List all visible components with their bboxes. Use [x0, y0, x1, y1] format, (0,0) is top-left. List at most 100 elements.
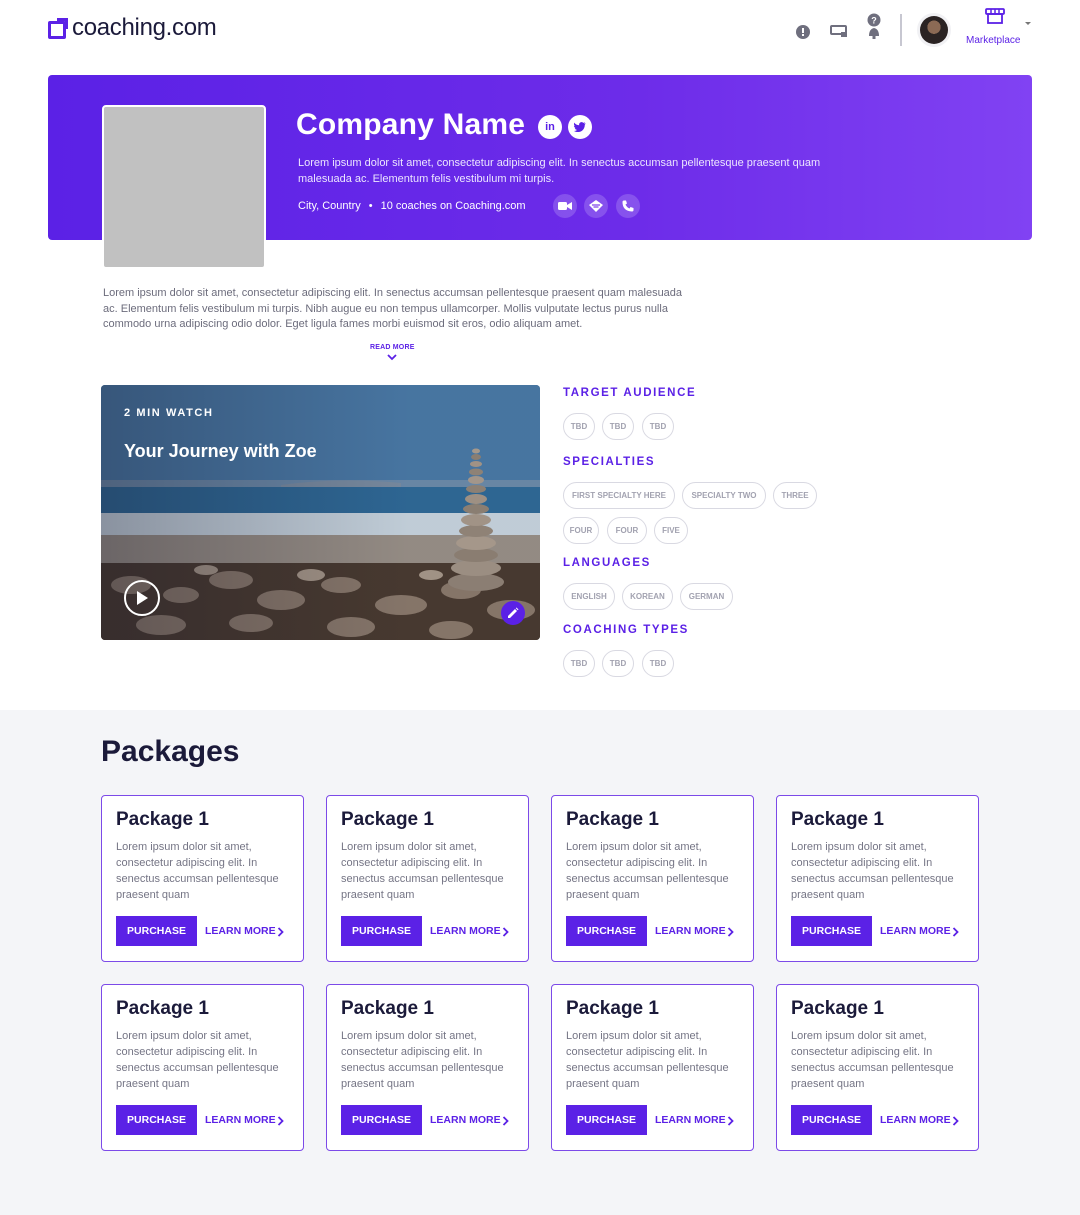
learn-more-link[interactable]: LEARN MORE: [205, 1114, 276, 1126]
company-about-text: Lorem ipsum dolor sit amet, consectetur …: [103, 287, 683, 330]
language-tag: GERMAN: [680, 583, 733, 610]
specialty-tag: SPECIALTY TWO: [682, 482, 766, 509]
logo-icon: [48, 18, 68, 39]
company-name: Company Name: [296, 108, 526, 141]
learn-more-link[interactable]: LEARN MORE: [430, 1114, 501, 1126]
coaching-logo[interactable]: coaching.com: [48, 14, 217, 42]
package-card: Package 1 Lorem ipsum dolor sit amet, co…: [101, 795, 304, 962]
pencil-icon: [508, 607, 519, 618]
languages-heading: LANGUAGES: [563, 557, 651, 569]
chevron-right-icon[interactable]: [502, 1116, 509, 1126]
coaching-type-tag: TBD: [602, 650, 634, 677]
video-call-icon[interactable]: [553, 194, 577, 218]
svg-text:?: ?: [871, 16, 877, 26]
purchase-button[interactable]: PURCHASE: [791, 916, 872, 946]
package-card: Package 1 Lorem ipsum dolor sit amet, co…: [551, 984, 754, 1151]
package-description: Lorem ipsum dolor sit amet, consectetur …: [791, 1030, 954, 1090]
coaching-type-tag: TBD: [642, 650, 674, 677]
specialty-tag: FOUR: [563, 517, 599, 544]
purchase-button[interactable]: PURCHASE: [116, 916, 197, 946]
package-title: Package 1: [341, 998, 434, 1019]
chat-icon[interactable]: [584, 194, 608, 218]
specialty-tag: FIVE: [654, 517, 688, 544]
chevron-right-icon[interactable]: [727, 1116, 734, 1126]
purchase-button[interactable]: PURCHASE: [566, 1105, 647, 1135]
play-button[interactable]: [124, 580, 160, 616]
package-description: Lorem ipsum dolor sit amet, consectetur …: [116, 841, 279, 901]
stacked-stones-image: [448, 448, 504, 591]
coaching-types-heading: COACHING TYPES: [563, 624, 689, 636]
learn-more-link[interactable]: LEARN MORE: [880, 1114, 951, 1126]
package-description: Lorem ipsum dolor sit amet, consectetur …: [341, 1030, 504, 1090]
chevron-right-icon[interactable]: [277, 1116, 284, 1126]
purchase-button[interactable]: PURCHASE: [341, 916, 422, 946]
package-description: Lorem ipsum dolor sit amet, consectetur …: [341, 841, 504, 901]
marketplace-link[interactable]: Marketplace: [966, 35, 1020, 46]
learn-more-link[interactable]: LEARN MORE: [655, 1114, 726, 1126]
packages-heading: Packages: [101, 735, 240, 768]
package-title: Package 1: [116, 809, 209, 830]
help-notifications-icon[interactable]: ?: [864, 12, 884, 40]
learn-more-link[interactable]: LEARN MORE: [880, 925, 951, 937]
video-duration-label: 2 MIN WATCH: [124, 407, 214, 419]
company-location: City, Country: [298, 200, 361, 212]
twitter-icon[interactable]: [568, 115, 592, 139]
package-title: Package 1: [791, 998, 884, 1019]
company-tagline: Lorem ipsum dolor sit amet, consectetur …: [298, 157, 821, 185]
meta-separator: •: [368, 200, 373, 212]
package-description: Lorem ipsum dolor sit amet, consectetur …: [116, 1030, 279, 1090]
target-audience-tag: TBD: [563, 413, 595, 440]
read-more-link[interactable]: READ MORE: [370, 344, 415, 351]
marketplace-icon[interactable]: [985, 8, 1005, 24]
package-description: Lorem ipsum dolor sit amet, consectetur …: [566, 1030, 729, 1090]
messages-icon[interactable]: [829, 22, 849, 40]
edit-button[interactable]: [501, 601, 525, 625]
learn-more-link[interactable]: LEARN MORE: [205, 925, 276, 937]
target-audience-tag: TBD: [602, 413, 634, 440]
intro-video[interactable]: 2 MIN WATCH Your Journey with Zoe: [101, 385, 540, 640]
package-title: Package 1: [566, 998, 659, 1019]
package-card: Package 1 Lorem ipsum dolor sit amet, co…: [326, 984, 529, 1151]
play-icon: [137, 591, 148, 605]
specialty-tag: FIRST SPECIALTY HERE: [563, 482, 675, 509]
package-description: Lorem ipsum dolor sit amet, consectetur …: [566, 841, 729, 901]
linkedin-icon[interactable]: in: [538, 115, 562, 139]
specialty-tag: FOUR: [607, 517, 647, 544]
chevron-right-icon[interactable]: [502, 927, 509, 937]
chevron-right-icon[interactable]: [952, 1116, 959, 1126]
purchase-button[interactable]: PURCHASE: [341, 1105, 422, 1135]
package-title: Package 1: [341, 809, 434, 830]
package-card: Package 1 Lorem ipsum dolor sit amet, co…: [101, 984, 304, 1151]
coach-count: 10 coaches on Coaching.com: [380, 200, 526, 212]
user-avatar[interactable]: [920, 16, 948, 44]
purchase-button[interactable]: PURCHASE: [116, 1105, 197, 1135]
package-card: Package 1 Lorem ipsum dolor sit amet, co…: [776, 795, 979, 962]
package-title: Package 1: [116, 998, 209, 1019]
package-card: Package 1 Lorem ipsum dolor sit amet, co…: [326, 795, 529, 962]
language-tag: KOREAN: [622, 583, 673, 610]
target-audience-heading: TARGET AUDIENCE: [563, 387, 697, 399]
chevron-down-icon[interactable]: [1025, 22, 1031, 25]
learn-more-link[interactable]: LEARN MORE: [655, 925, 726, 937]
phone-icon[interactable]: [616, 194, 640, 218]
specialties-heading: SPECIALTIES: [563, 456, 656, 468]
video-title: Your Journey with Zoe: [124, 441, 317, 461]
chevron-down-icon[interactable]: [387, 354, 397, 361]
package-title: Package 1: [791, 809, 884, 830]
purchase-button[interactable]: PURCHASE: [791, 1105, 872, 1135]
chevron-right-icon[interactable]: [952, 927, 959, 937]
purchase-button[interactable]: PURCHASE: [566, 916, 647, 946]
package-card: Package 1 Lorem ipsum dolor sit amet, co…: [776, 984, 979, 1151]
learn-more-link[interactable]: LEARN MORE: [430, 925, 501, 937]
top-navigation-bar: coaching.com ? Marketplace: [0, 0, 1080, 60]
brand-name: coaching.com: [72, 14, 217, 41]
company-meta: City, Country • 10 coaches on Coaching.c…: [298, 200, 526, 212]
package-title: Package 1: [566, 809, 659, 830]
coaching-type-tag: TBD: [563, 650, 595, 677]
chevron-right-icon[interactable]: [727, 927, 734, 937]
company-profile-image: [102, 105, 266, 269]
package-description: Lorem ipsum dolor sit amet, consectetur …: [791, 841, 954, 901]
chevron-right-icon[interactable]: [277, 927, 284, 937]
info-icon[interactable]: [794, 22, 814, 40]
specialty-tag: THREE: [773, 482, 817, 509]
